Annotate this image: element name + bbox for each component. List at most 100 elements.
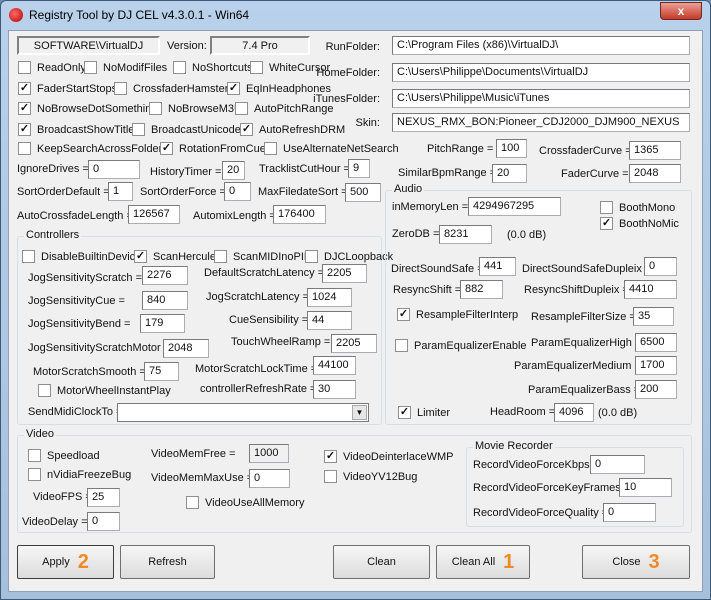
controller-option-1-checkbox[interactable]: ✓ ScanHercules [134, 250, 221, 263]
resample-filter-interp-checkbox[interactable]: ✓ ResampleFilterInterp [397, 308, 518, 321]
option-8-checkbox[interactable]: NoBrowseM3U [149, 102, 242, 115]
option-12-checkbox[interactable]: ✓ AutoRefreshDRM [240, 123, 345, 136]
headroom-input[interactable]: 4096 [554, 403, 594, 422]
close-label: Close [612, 556, 641, 568]
send-midi-clock-label: SendMidiClockTo = [28, 406, 123, 418]
pitch-range-input[interactable]: 100 [496, 139, 527, 158]
refresh-button[interactable]: Refresh [120, 545, 215, 579]
clean-button[interactable]: Clean [333, 545, 430, 579]
max-filedate-sort-input[interactable]: 500 [345, 183, 381, 202]
crossfader-curve-input[interactable]: 1365 [629, 141, 681, 160]
skin-input[interactable]: NEXUS_RMX_BON:Pioneer_CDJ2000_DJM900_NEX… [392, 113, 690, 132]
param-eq-medium-input[interactable]: 1700 [635, 356, 677, 375]
param-eq-high-input[interactable]: 6500 [635, 333, 677, 352]
option-9-checkbox[interactable]: AutoPitchRange [235, 102, 334, 115]
clean-label: Clean [367, 556, 396, 568]
record-keyframes-input[interactable]: 10 [619, 478, 672, 497]
resync-shift-dupleix-input[interactable]: 4410 [624, 280, 677, 299]
apply-button[interactable]: Apply 2 [17, 545, 114, 579]
video-use-all-memory-label: VideoUseAllMemory [205, 496, 305, 509]
param-eq-bass-input[interactable]: 200 [635, 380, 677, 399]
checkbox-icon [84, 61, 97, 74]
nvidia-freeze-bug-label: nVidiaFreezeBug [47, 468, 132, 481]
controller-refresh-rate-input[interactable]: 30 [313, 380, 356, 399]
cue-sensibility-input[interactable]: 44 [307, 311, 352, 330]
jog-sensitivity-cue-input[interactable]: 840 [142, 291, 188, 310]
motor-scratch-smooth-input[interactable]: 75 [144, 362, 179, 381]
itunes-folder-input[interactable]: C:\Users\Philippe\Music\iTunes [392, 89, 690, 108]
controller-option-3-checkbox[interactable]: DJCLoopback [305, 250, 393, 263]
zero-db-input[interactable]: 8231 [439, 225, 492, 244]
direct-sound-safe-dupleix-label: DirectSoundSafeDupleix = [522, 263, 652, 275]
similar-bpm-range-input[interactable]: 20 [492, 164, 527, 183]
option-15-label: UseAlternateNetSearch [283, 142, 399, 155]
skin-label: Skin: [355, 117, 380, 129]
checkbox-icon [28, 468, 41, 481]
option-13-checkbox[interactable]: KeepSearchAcrossFolders [18, 142, 168, 155]
option-11-checkbox[interactable]: BroadcastUnicode [132, 123, 241, 136]
option-0-checkbox[interactable]: ReadOnly [18, 61, 86, 74]
home-folder-input[interactable]: C:\Users\Philippe\Documents\VirtualDJ [392, 63, 690, 82]
param-equalizer-enable-checkbox[interactable]: ParamEqualizerEnable [395, 339, 527, 352]
booth-nomic-checkbox[interactable]: ✓ BoothNoMic [600, 217, 679, 230]
option-15-checkbox[interactable]: UseAlternateNetSearch [264, 142, 399, 155]
direct-sound-safe-dupleix-input[interactable]: 0 [644, 257, 677, 276]
headroom-label: HeadRoom = [490, 406, 556, 418]
controller-option-0-checkbox[interactable]: DisableBuiltinDevices [22, 250, 147, 263]
limiter-checkbox[interactable]: ✓ Limiter [398, 406, 450, 419]
ignore-drives-input[interactable]: 0 [88, 160, 140, 179]
chevron-down-icon[interactable]: ▼ [352, 405, 367, 420]
automix-length-input[interactable]: 176400 [273, 205, 326, 224]
option-12-label: AutoRefreshDRM [259, 123, 346, 136]
jog-sensitivity-bend-input[interactable]: 179 [140, 314, 185, 333]
option-4-checkbox[interactable]: ✓ FaderStartStops [18, 82, 117, 95]
fader-curve-label: FaderCurve = [561, 168, 629, 180]
option-5-checkbox[interactable]: CrossfaderHamster [114, 82, 228, 95]
option-3-checkbox[interactable]: WhiteCursor [250, 61, 330, 74]
booth-mono-checkbox[interactable]: BoothMono [600, 201, 675, 214]
option-10-checkbox[interactable]: ✓ BroadcastShowTitles [18, 123, 140, 136]
nvidia-freeze-bug-checkbox[interactable]: nVidiaFreezeBug [28, 468, 131, 481]
video-yv12-bug-checkbox[interactable]: VideoYV12Bug [324, 470, 417, 483]
sort-order-force-input[interactable]: 0 [224, 182, 251, 201]
checkbox-icon: ✓ [18, 123, 31, 136]
resample-filter-size-input[interactable]: 35 [633, 307, 674, 326]
video-delay-input[interactable]: 0 [87, 512, 120, 531]
video-deinterlace-wmp-checkbox[interactable]: ✓ VideoDeinterlaceWMP [324, 450, 453, 463]
video-use-all-memory-checkbox[interactable]: VideoUseAllMemory [186, 496, 304, 509]
default-scratch-latency-input[interactable]: 2205 [322, 264, 367, 283]
speedload-label: Speedload [47, 449, 100, 462]
touch-wheel-ramp-input[interactable]: 2205 [331, 334, 377, 353]
option-14-checkbox[interactable]: ✓ RotationFromCue [160, 142, 266, 155]
motor-scratch-lock-time-input[interactable]: 44100 [313, 356, 356, 375]
jog-sensitivity-scratch-motor-input[interactable]: 2048 [163, 339, 209, 358]
video-fps-input[interactable]: 25 [87, 488, 120, 507]
option-7-checkbox[interactable]: ✓ NoBrowseDotSomething [18, 102, 157, 115]
jog-sensitivity-scratch-input[interactable]: 2276 [142, 266, 188, 285]
speedload-checkbox[interactable]: Speedload [28, 449, 100, 462]
touch-wheel-ramp-label: TouchWheelRamp = [231, 336, 331, 348]
checkbox-icon: ✓ [397, 308, 410, 321]
auto-crossfade-length-input[interactable]: 126567 [128, 205, 180, 224]
clean-all-button[interactable]: Clean All 1 [436, 545, 530, 579]
send-midi-clock-select[interactable]: ▼ [117, 403, 369, 422]
jog-scratch-latency-input[interactable]: 1024 [307, 288, 352, 307]
resync-shift-input[interactable]: 882 [460, 280, 503, 299]
record-kbps-input[interactable]: 0 [590, 455, 645, 474]
controller-option-4-checkbox[interactable]: MotorWheelInstantPlay [38, 384, 171, 397]
run-folder-input[interactable]: C:\Program Files (x86)\VirtualDJ\ [392, 36, 690, 55]
controller-option-2-checkbox[interactable]: ScanMIDInoPID [214, 250, 312, 263]
history-timer-input[interactable]: 20 [222, 161, 245, 180]
in-memory-len-input[interactable]: 4294967295 [468, 197, 561, 216]
annotation-number: 2 [77, 550, 89, 573]
video-mem-max-use-input[interactable]: 0 [249, 469, 290, 488]
option-2-checkbox[interactable]: NoShortcuts [173, 61, 253, 74]
fader-curve-input[interactable]: 2048 [629, 164, 681, 183]
tracklist-cut-hour-input[interactable]: 9 [348, 159, 370, 178]
close-button[interactable]: Close 3 [582, 545, 690, 579]
direct-sound-safe-input[interactable]: 441 [479, 257, 516, 276]
record-quality-input[interactable]: 0 [603, 503, 656, 522]
sort-order-default-input[interactable]: 1 [108, 182, 133, 201]
option-6-checkbox[interactable]: ✓ EqInHeadphones [227, 82, 331, 95]
option-1-checkbox[interactable]: NoModifFiles [84, 61, 167, 74]
